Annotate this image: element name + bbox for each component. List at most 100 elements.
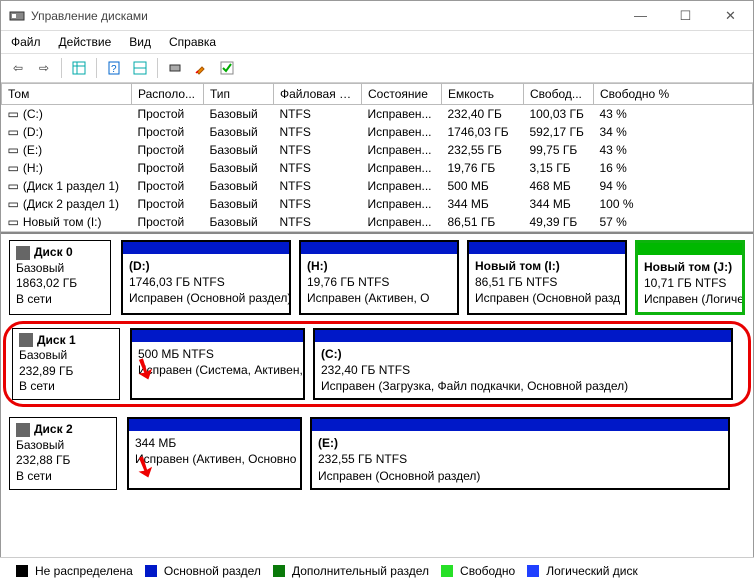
disk-info[interactable]: Диск 1Базовый232,89 ГБВ сети	[12, 328, 120, 401]
partition[interactable]: (D:)1746,03 ГБ NTFSИсправен (Основной ра…	[121, 240, 291, 315]
volume-cell: Исправен...	[362, 123, 442, 141]
disk-partitions: (D:)1746,03 ГБ NTFSИсправен (Основной ра…	[121, 240, 745, 315]
volume-cell: ▭ (Диск 1 раздел 1)	[2, 177, 132, 195]
partition-title: Новый том (I:)	[475, 258, 619, 274]
volume-icon: ▭	[8, 107, 20, 121]
menu-file[interactable]: Файл	[11, 35, 41, 49]
partition-title: (E:)	[318, 435, 722, 451]
column-header[interactable]: Свободно %	[594, 84, 753, 105]
separator	[157, 58, 158, 78]
partition-size: 19,76 ГБ NTFS	[307, 274, 451, 290]
volume-cell: Базовый	[204, 105, 274, 124]
legend-unalloc-label: Не распределена	[35, 564, 133, 578]
volume-table[interactable]: ТомРасполо...ТипФайловая с...СостояниеЕм…	[1, 83, 753, 232]
volume-cell: 500 МБ	[442, 177, 524, 195]
disk-online: В сети	[16, 469, 110, 485]
disk-name: Диск 0	[34, 245, 73, 259]
volume-cell: 19,76 ГБ	[442, 159, 524, 177]
menu-help[interactable]: Справка	[169, 35, 216, 49]
volume-cell: 100,03 ГБ	[524, 105, 594, 124]
partition-status: Исправен (Логическ	[644, 291, 736, 307]
legend-swatch-unalloc	[16, 565, 28, 577]
volume-cell: ▭ (D:)	[2, 123, 132, 141]
disk-info[interactable]: Диск 2Базовый232,88 ГБВ сети	[9, 417, 117, 490]
partition-status: Исправен (Активен, Основно	[135, 451, 294, 467]
partition[interactable]: (H:)19,76 ГБ NTFSИсправен (Активен, О	[299, 240, 459, 315]
column-header[interactable]: Файловая с...	[274, 84, 362, 105]
volume-icon: ▭	[8, 161, 20, 175]
volume-cell: 100 %	[594, 195, 753, 213]
volume-row[interactable]: ▭ (H:)ПростойБазовыйNTFSИсправен...19,76…	[2, 159, 753, 177]
legend-swatch-primary	[145, 565, 157, 577]
column-header[interactable]: Состояние	[362, 84, 442, 105]
column-header[interactable]: Располо...	[132, 84, 204, 105]
volume-cell: 344 МБ	[442, 195, 524, 213]
partition-color-bar	[312, 419, 728, 431]
disk-icon	[19, 333, 33, 347]
partition-title: (D:)	[129, 258, 283, 274]
volume-cell: 344 МБ	[524, 195, 594, 213]
volume-cell: Исправен...	[362, 105, 442, 124]
volume-cell: NTFS	[274, 213, 362, 231]
volume-icon: ▭	[8, 197, 20, 211]
volume-cell: 99,75 ГБ	[524, 141, 594, 159]
volume-cell: ▭ Новый том (I:)	[2, 213, 132, 231]
volume-cell: Исправен...	[362, 177, 442, 195]
partition[interactable]: (C:)232,40 ГБ NTFSИсправен (Загрузка, Фа…	[313, 328, 733, 401]
legend: Не распределена Основной раздел Дополнит…	[0, 557, 754, 584]
column-header[interactable]: Емкость	[442, 84, 524, 105]
volume-row[interactable]: ▭ (Диск 1 раздел 1)ПростойБазовыйNTFSИсп…	[2, 177, 753, 195]
volume-cell: ▭ (E:)	[2, 141, 132, 159]
column-header[interactable]: Тип	[204, 84, 274, 105]
volume-cell: Простой	[132, 195, 204, 213]
volume-row[interactable]: ▭ Новый том (I:)ПростойБазовыйNTFSИсправ…	[2, 213, 753, 231]
disk-info[interactable]: Диск 0Базовый1863,02 ГБВ сети	[9, 240, 111, 315]
minimize-button[interactable]: —	[618, 1, 663, 31]
partition-size: 10,71 ГБ NTFS	[644, 275, 736, 291]
close-button[interactable]: ✕	[708, 1, 753, 31]
volume-row[interactable]: ▭ (C:)ПростойБазовыйNTFSИсправен...232,4…	[2, 105, 753, 124]
menu-view[interactable]: Вид	[129, 35, 151, 49]
disk-size: 232,88 ГБ	[16, 453, 110, 469]
view-list-button[interactable]	[68, 57, 90, 79]
volume-cell: 232,40 ГБ	[442, 105, 524, 124]
help-button[interactable]: ?	[103, 57, 125, 79]
volume-cell: Простой	[132, 105, 204, 124]
partition[interactable]: 500 МБ NTFSИсправен (Система, Активен, О	[130, 328, 305, 401]
volume-row[interactable]: ▭ (Диск 2 раздел 1)ПростойБазовыйNTFSИсп…	[2, 195, 753, 213]
partition[interactable]: Новый том (I:)86,51 ГБ NTFSИсправен (Осн…	[467, 240, 627, 315]
volume-cell: 468 МБ	[524, 177, 594, 195]
volume-cell: Базовый	[204, 195, 274, 213]
column-header[interactable]: Свобод...	[524, 84, 594, 105]
legend-logical-label: Логический диск	[546, 564, 638, 578]
separator	[96, 58, 97, 78]
partition-color-bar	[132, 330, 303, 342]
volume-cell: 16 %	[594, 159, 753, 177]
partition-status: Исправен (Активен, О	[307, 290, 451, 306]
nav-back-button[interactable]: ⇦	[7, 57, 29, 79]
volume-cell: NTFS	[274, 141, 362, 159]
legend-swatch-free	[441, 565, 453, 577]
partition-color-bar	[469, 242, 625, 254]
partition-status: Исправен (Система, Активен, О	[138, 362, 297, 378]
partition[interactable]: (E:)232,55 ГБ NTFSИсправен (Основной раз…	[310, 417, 730, 490]
partition[interactable]: Новый том (J:)10,71 ГБ NTFSИсправен (Лог…	[635, 240, 745, 315]
svg-text:?: ?	[111, 64, 117, 75]
volume-cell: Базовый	[204, 141, 274, 159]
volume-row[interactable]: ▭ (D:)ПростойБазовыйNTFSИсправен...1746,…	[2, 123, 753, 141]
partition-status: Исправен (Основной раздел)	[318, 468, 722, 484]
refresh-button[interactable]	[164, 57, 186, 79]
volume-row[interactable]: ▭ (E:)ПростойБазовыйNTFSИсправен...232,5…	[2, 141, 753, 159]
volume-cell: Базовый	[204, 213, 274, 231]
check-button[interactable]	[216, 57, 238, 79]
maximize-button[interactable]: ☐	[663, 1, 708, 31]
view-detail-button[interactable]	[129, 57, 151, 79]
disk-row: Диск 2Базовый232,88 ГБВ сети344 МБИсправ…	[9, 417, 745, 490]
partition[interactable]: 344 МБИсправен (Активен, Основно	[127, 417, 302, 490]
menu-action[interactable]: Действие	[59, 35, 112, 49]
nav-forward-button[interactable]: ⇨	[33, 57, 55, 79]
app-icon	[9, 8, 25, 24]
column-header[interactable]: Том	[2, 84, 132, 105]
properties-button[interactable]	[190, 57, 212, 79]
volume-cell: 592,17 ГБ	[524, 123, 594, 141]
